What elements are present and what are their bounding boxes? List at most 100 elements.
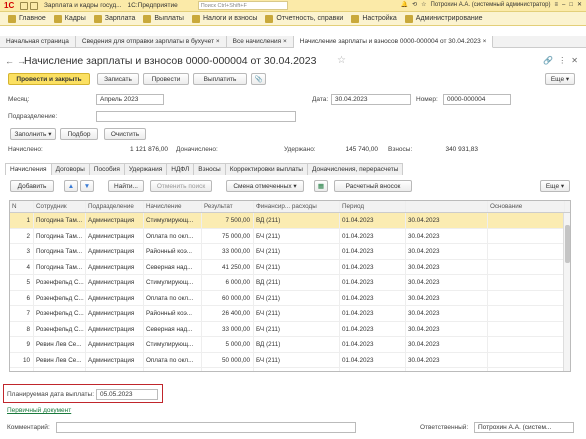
change-selected-button[interactable]: Смена отмеченных ▾ [226,180,304,192]
table-row[interactable]: 1 Погодина Там... Администрация Стимулирующ… [10,213,570,229]
table-cell[interactable] [488,259,565,274]
menu-item-taxes[interactable]: Налоги и взносы [191,14,257,23]
table-cell[interactable]: Оплата по окл... [144,228,202,243]
more-button[interactable]: Еще ▾ [545,73,575,85]
table-cell[interactable]: БЧ (211) [254,244,340,259]
table-cell[interactable]: 01.04.2023 [340,244,406,259]
table-cell[interactable]: Погодина Там... [34,228,86,243]
table-cell[interactable]: 01.04.2023 [340,352,406,367]
table-row[interactable]: 6 Розенфельд С... Администрация Оплата по о… [10,290,570,306]
table-cell[interactable]: 01.04.2023 [340,290,406,305]
table-row[interactable]: 7 Розенфельд С... Администрация Районный ко… [10,306,570,322]
table-cell[interactable]: 01.04.2023 [340,213,406,228]
grid-more-button[interactable]: Еще ▾ [540,180,570,192]
close-icon[interactable]: ✕ [577,1,582,8]
table-cell[interactable]: Администрация [86,275,144,290]
find-button[interactable]: Найти... [108,180,144,192]
menu-item-salary[interactable]: Зарплата [93,14,135,23]
table-cell[interactable]: 30.04.2023 [406,228,488,243]
column-header[interactable]: Начисление [144,201,202,212]
table-cell[interactable]: Погодина Там... [34,213,86,228]
table-cell[interactable]: Ревин Лев Се... [34,368,86,371]
table-cell[interactable] [488,337,565,352]
clear-button[interactable]: Очистить [104,128,146,140]
table-cell[interactable]: БЧ (211) [254,259,340,274]
table-cell[interactable]: 7 500,00 [202,213,254,228]
grid-icon[interactable] [20,1,28,10]
table-cell[interactable]: 01.04.2023 [340,306,406,321]
table-cell[interactable]: 30.04.2023 [406,275,488,290]
table-cell[interactable]: 3 [10,244,34,259]
table-cell[interactable]: 5 [10,275,34,290]
table-cell[interactable]: Северная над... [144,259,202,274]
table-cell[interactable]: Администрация [86,306,144,321]
table-cell[interactable]: 26 400,00 [202,306,254,321]
select-button[interactable]: Подбор [60,128,98,140]
tab-accruals[interactable]: Начисления [5,163,52,175]
table-cell[interactable] [488,306,565,321]
table-cell[interactable]: 30.04.2023 [406,321,488,336]
table-cell[interactable]: ВД (211) [254,275,340,290]
menu-item-payments[interactable]: Выплаты [143,14,184,23]
table-row[interactable]: 5 Розенфельд С... Администрация Стимулирующ… [10,275,570,291]
menu-item-settings[interactable]: Настройка [351,14,397,23]
save-button[interactable]: Записать [97,73,139,85]
add-row-button[interactable]: Добавить [10,180,54,192]
column-header[interactable]: Подразделение [86,201,144,212]
post-button[interactable]: Провести [143,73,189,85]
star-icon[interactable]: ☆ [421,1,426,8]
table-cell[interactable]: 10 [10,352,34,367]
table-cell[interactable] [488,352,565,367]
comment-field[interactable] [56,422,356,433]
table-cell[interactable]: Администрация [86,213,144,228]
table-cell[interactable]: 41 250,00 [202,259,254,274]
table-cell[interactable]: Ревин Лев Се... [34,352,86,367]
table-cell[interactable]: 30.04.2023 [406,244,488,259]
move-up-icon[interactable]: ▲ [64,180,78,192]
table-row[interactable]: 3 Погодина Там... Администрация Районный ко… [10,244,570,260]
menu-item-reports[interactable]: Отчетность, справки [265,14,343,23]
table-cell[interactable]: 30.04.2023 [406,352,488,367]
table-cell[interactable]: БЧ (211) [254,368,340,371]
tab-ndfl[interactable]: НДФЛ [166,163,195,175]
attachment-icon[interactable]: 📎 [251,73,266,85]
table-row[interactable]: 9 Ревин Лев Се... Администрация Стимулирующ… [10,337,570,353]
column-header[interactable]: N [10,201,34,212]
table-cell[interactable]: ВД (211) [254,213,340,228]
table-cell[interactable]: Розенфельд С... [34,275,86,290]
tab-deductions[interactable]: Удержания [123,163,168,175]
planned-pay-date-field[interactable]: 05.05.2023 [96,389,158,400]
table-cell[interactable]: Северная над... [144,321,202,336]
tab-payroll-document[interactable]: Начисление зарплаты и взносов 0000-00000… [293,36,494,48]
table-cell[interactable]: Погодина Там... [34,259,86,274]
fill-button[interactable]: Заполнить ▾ [10,128,56,140]
primary-document-link[interactable]: Первичный документ [7,407,71,414]
table-cell[interactable]: 01.04.2023 [340,259,406,274]
table-cell[interactable] [488,321,565,336]
table-cell[interactable]: Районный коэ... [144,306,202,321]
table-cell[interactable]: Розенфельд С... [34,321,86,336]
global-search-input[interactable]: Поиск Ctrl+Shift+F [197,1,288,10]
table-cell[interactable]: БЧ (211) [254,321,340,336]
tab-all-accruals[interactable]: Все начисления × [227,36,294,48]
responsible-field[interactable]: Потрохин А.А. (систем... [474,422,574,433]
table-cell[interactable]: Розенфельд С... [34,306,86,321]
date-field[interactable]: 30.04.2023 [331,94,411,105]
tab-contributions[interactable]: Взносы [193,163,226,175]
tab-home[interactable]: Начальная страница [0,36,76,48]
table-cell[interactable]: 01.04.2023 [340,337,406,352]
column-header[interactable]: Сотрудник [34,201,86,212]
table-cell[interactable]: 7 [10,306,34,321]
table-cell[interactable]: 30.04.2023 [406,290,488,305]
table-cell[interactable]: Районный коэ... [144,244,202,259]
table-cell[interactable]: Администрация [86,244,144,259]
maximize-icon[interactable]: □ [569,2,573,8]
tab-payment-corrections[interactable]: Корректировки выплаты [224,163,308,175]
table-cell[interactable]: ВД (211) [254,337,340,352]
number-field[interactable]: 0000-000004 [443,94,511,105]
table-cell[interactable]: 5 000,00 [202,337,254,352]
table-cell[interactable]: 30.04.2023 [406,259,488,274]
table-cell[interactable]: 33 000,00 [202,244,254,259]
table-row[interactable]: 4 Погодина Там... Администрация Северная на… [10,259,570,275]
tab-contracts[interactable]: Договоры [50,163,90,175]
